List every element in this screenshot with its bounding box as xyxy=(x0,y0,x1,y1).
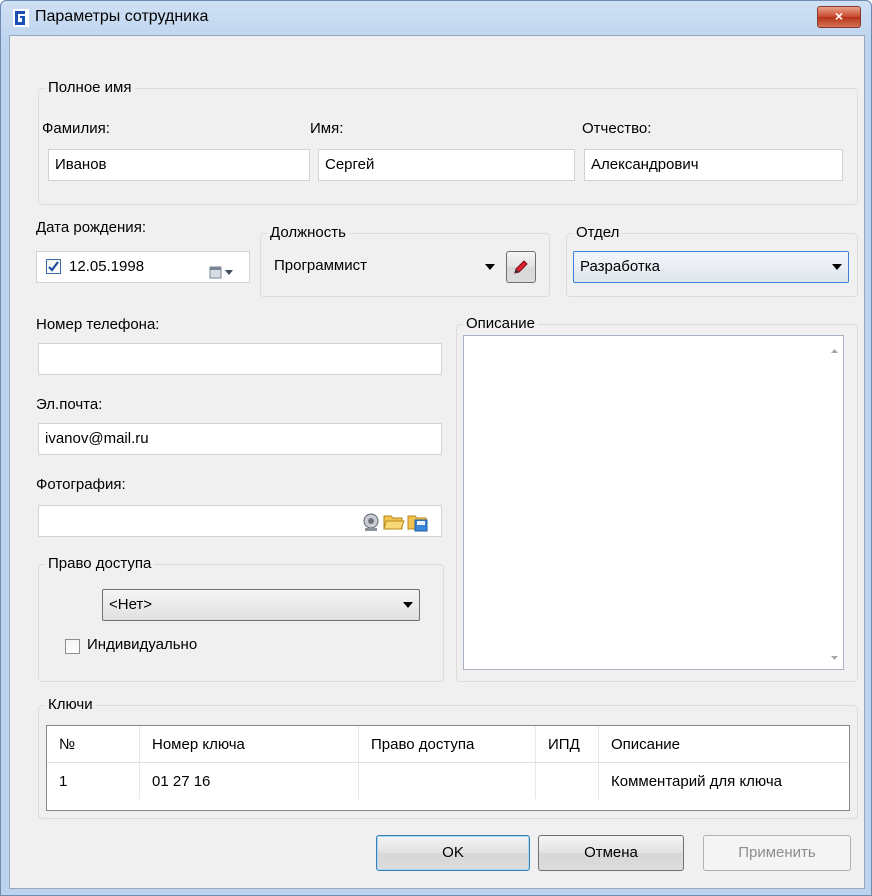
column-number[interactable]: № xyxy=(47,726,140,763)
cell-access xyxy=(358,762,536,799)
last-name-label: Фамилия: xyxy=(42,120,110,137)
access-group: Право доступа xyxy=(38,555,444,682)
department-value: Разработка xyxy=(580,258,660,275)
department-combo[interactable]: Разработка xyxy=(573,251,849,283)
phone-label: Номер телефона: xyxy=(36,316,160,333)
position-dropdown-icon[interactable] xyxy=(485,264,495,270)
patronymic-label: Отчество: xyxy=(582,120,652,137)
birth-date-checkbox[interactable] xyxy=(46,259,61,274)
cell-key-number: 01 27 16 xyxy=(139,762,359,799)
position-value: Программист xyxy=(274,257,367,274)
column-description[interactable]: Описание xyxy=(598,726,849,763)
position-combo[interactable]: Программист xyxy=(268,251,501,283)
keys-legend: Ключи xyxy=(45,696,96,713)
photo-input[interactable] xyxy=(38,505,442,537)
full-name-group: Полное имя xyxy=(38,79,858,205)
phone-input[interactable] xyxy=(38,343,442,375)
keys-table-container: № Номер ключа Право доступа ИПД Описание… xyxy=(46,725,850,811)
app-icon xyxy=(13,9,29,27)
edit-position-button[interactable] xyxy=(506,251,536,283)
column-ipd[interactable]: ИПД xyxy=(535,726,599,763)
email-label: Эл.почта: xyxy=(36,396,103,413)
birth-date-value: 12.05.1998 xyxy=(69,258,145,275)
keys-table: № Номер ключа Право доступа ИПД Описание… xyxy=(47,726,849,799)
birth-date-picker[interactable]: 12.05.1998 xyxy=(36,251,250,283)
description-legend: Описание xyxy=(463,315,539,332)
access-dropdown-icon[interactable] xyxy=(403,602,413,608)
department-legend: Отдел xyxy=(573,224,623,241)
dialog-body: Полное имя Фамилия: Иванов Имя: Сергей О… xyxy=(9,35,865,889)
email-input[interactable]: ivanov@mail.ru xyxy=(38,423,442,455)
patronymic-input[interactable]: Александрович xyxy=(584,149,843,181)
save-photo-icon[interactable] xyxy=(407,512,429,543)
first-name-input[interactable]: Сергей xyxy=(318,149,575,181)
title-bar[interactable]: Параметры сотрудника × xyxy=(1,1,871,35)
cell-number: 1 xyxy=(47,762,140,799)
individual-label: Индивидуально xyxy=(87,636,198,653)
pencil-icon xyxy=(514,260,528,274)
column-key-number[interactable]: Номер ключа xyxy=(139,726,359,763)
folder-icon[interactable] xyxy=(383,512,405,543)
last-name-input[interactable]: Иванов xyxy=(48,149,310,181)
checkmark-icon xyxy=(48,261,59,272)
column-access[interactable]: Право доступа xyxy=(358,726,536,763)
description-textarea[interactable] xyxy=(463,335,844,670)
close-button[interactable]: × xyxy=(817,6,861,28)
apply-button[interactable]: Применить xyxy=(703,835,851,871)
first-name-label: Имя: xyxy=(310,120,344,137)
position-legend: Должность xyxy=(267,224,349,241)
cancel-button[interactable]: Отмена xyxy=(538,835,684,871)
birth-date-label: Дата рождения: xyxy=(36,219,146,236)
department-dropdown-icon[interactable] xyxy=(832,264,842,270)
webcam-icon[interactable] xyxy=(361,512,381,543)
photo-label: Фотография: xyxy=(36,476,126,493)
cell-ipd xyxy=(535,762,599,799)
table-row[interactable]: 1 01 27 16 Комментарий для ключа xyxy=(47,762,849,799)
keys-table-header: № Номер ключа Право доступа ИПД Описание xyxy=(47,726,849,763)
scroll-down-icon[interactable] xyxy=(826,649,843,666)
access-legend: Право доступа xyxy=(45,555,155,572)
calendar-dropdown-icon[interactable] xyxy=(209,261,237,279)
access-combo[interactable]: <Нет> xyxy=(102,589,420,621)
window-title: Параметры сотрудника xyxy=(35,8,209,25)
individual-checkbox[interactable] xyxy=(65,639,80,654)
close-icon: × xyxy=(834,8,844,24)
access-value: <Нет> xyxy=(109,596,153,613)
ok-button[interactable]: OK xyxy=(376,835,530,871)
full-name-legend: Полное имя xyxy=(45,79,135,96)
scroll-up-icon[interactable] xyxy=(826,343,843,360)
dialog-window: Параметры сотрудника × Полное имя Фамили… xyxy=(0,0,872,896)
description-scrollbar[interactable] xyxy=(826,336,843,669)
cell-description: Комментарий для ключа xyxy=(611,772,782,790)
